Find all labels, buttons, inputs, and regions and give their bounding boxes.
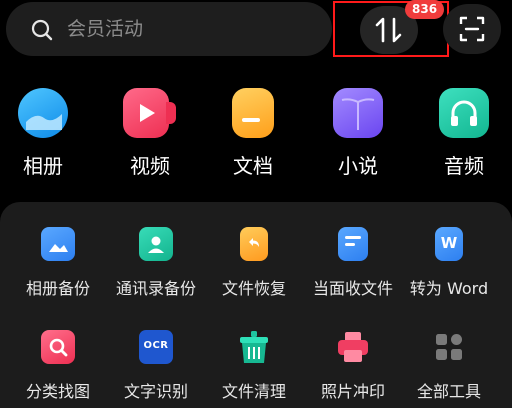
album-backup-icon [41, 227, 75, 261]
tool-label: 文字识别 [123, 382, 188, 401]
document-icon [232, 88, 274, 138]
transfer-icon [375, 17, 402, 43]
tool-convert-word[interactable]: W 转为 Word [399, 227, 499, 300]
novel-icon [333, 88, 383, 138]
tool-all-tools[interactable]: 全部工具 [399, 330, 499, 403]
category-album[interactable]: 相册 [3, 88, 83, 179]
tool-label: 相册备份 [25, 279, 90, 298]
tool-contacts-backup[interactable]: 通讯录备份 [106, 227, 206, 300]
tool-file-cleanup[interactable]: 文件清理 [204, 330, 304, 403]
tool-label: 转为 Word [409, 279, 489, 298]
receive-file-icon [338, 227, 368, 261]
find-image-icon [41, 330, 75, 364]
tool-file-restore[interactable]: 文件恢复 [204, 227, 304, 300]
category-label: 音频 [444, 154, 484, 178]
tool-photo-print[interactable]: 照片冲印 [303, 330, 403, 403]
tool-label: 照片冲印 [320, 382, 385, 401]
tool-label: 文件恢复 [221, 279, 286, 298]
category-label: 小说 [338, 154, 378, 178]
search-placeholder: 会员活动 [67, 18, 144, 40]
ocr-glyph: OCR [143, 340, 169, 351]
tool-ocr[interactable]: OCR 文字识别 [106, 330, 206, 403]
convert-word-icon: W [435, 227, 463, 261]
audio-icon [439, 88, 489, 138]
tool-label: 分类找图 [25, 382, 90, 401]
tool-find-image[interactable]: 分类找图 [8, 330, 108, 403]
tool-album-backup[interactable]: 相册备份 [8, 227, 108, 300]
search-icon [31, 19, 53, 41]
scan-icon [459, 16, 485, 42]
tool-label: 全部工具 [416, 382, 481, 401]
word-glyph: W [440, 234, 458, 252]
all-tools-icon [432, 330, 466, 364]
file-restore-icon [240, 227, 268, 261]
category-label: 相册 [23, 154, 63, 178]
search-bar[interactable]: 会员活动 [6, 2, 332, 56]
tool-label: 当面收文件 [312, 279, 393, 298]
category-label: 视频 [130, 154, 170, 178]
contacts-backup-icon [139, 227, 173, 261]
file-cleanup-icon [237, 330, 271, 364]
album-icon [18, 88, 68, 138]
tool-label: 文件清理 [221, 382, 286, 401]
category-audio[interactable]: 音频 [424, 88, 504, 179]
transfer-count-badge: 836 [405, 0, 445, 19]
tool-label: 通讯录备份 [115, 279, 196, 298]
category-novel[interactable]: 小说 [318, 88, 398, 179]
category-document[interactable]: 文档 [213, 88, 293, 179]
category-video[interactable]: 视频 [110, 88, 190, 179]
video-icon [123, 88, 176, 138]
scan-button[interactable] [443, 4, 501, 54]
tool-receive-file[interactable]: 当面收文件 [303, 227, 403, 300]
ocr-icon: OCR [139, 330, 173, 364]
photo-print-icon [336, 330, 370, 364]
category-label: 文档 [233, 154, 273, 178]
